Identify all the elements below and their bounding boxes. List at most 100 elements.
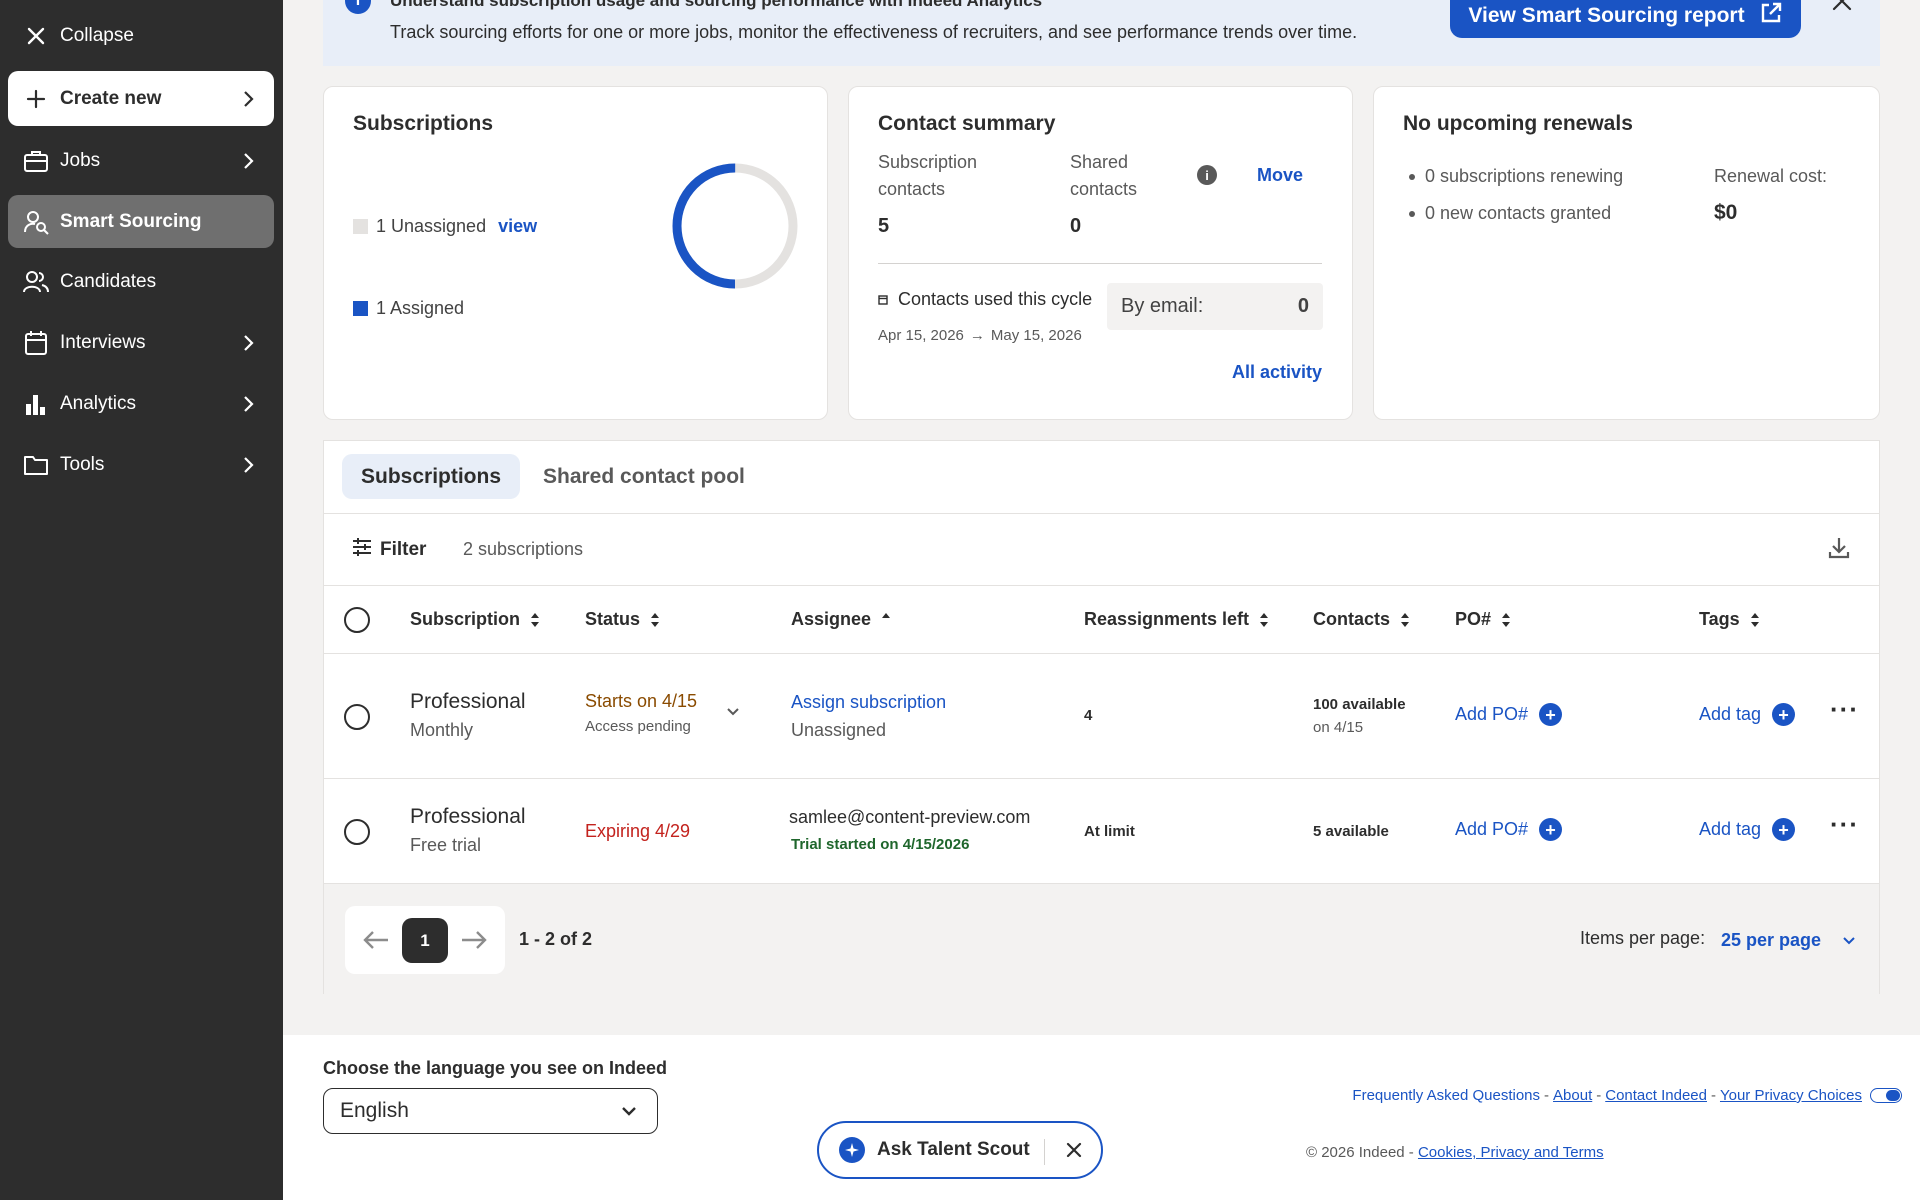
sidebar-item-label: Analytics (60, 392, 137, 414)
cycle-start: Apr 15, 2026 (878, 327, 964, 344)
renewal-bullet: 0 new contacts granted (1409, 203, 1611, 224)
info-icon: i (345, 0, 371, 14)
ask-talent-scout-button[interactable]: Ask Talent Scout (817, 1121, 1103, 1179)
add-po-button[interactable]: Add PO# + (1455, 703, 1563, 726)
column-header-assignee[interactable]: Assignee (791, 609, 891, 630)
add-tag-button[interactable]: Add tag + (1699, 703, 1796, 726)
briefcase-icon (22, 147, 50, 175)
chevron-right-icon (240, 395, 256, 412)
folder-icon (22, 451, 50, 479)
view-unassigned-link[interactable]: view (498, 216, 537, 237)
sidebar-item-tools[interactable]: Tools (8, 438, 274, 491)
copyright: © 2026 Indeed - Cookies, Privacy and Ter… (1306, 1144, 1604, 1161)
sort-icon (531, 612, 540, 627)
subscriptions-table-section: Subscriptions Shared contact pool Filter… (323, 440, 1880, 994)
table-row: Professional Monthly Starts on 4/15 Acce… (324, 654, 1879, 779)
about-link[interactable]: About (1553, 1087, 1592, 1104)
select-all-checkbox[interactable] (344, 607, 370, 633)
table-row: Professional Free trial Expiring 4/29 sa… (324, 779, 1879, 884)
footer-links: Frequently Asked Questions - About - Con… (1352, 1087, 1902, 1104)
status-subtext: Access pending (585, 718, 691, 735)
more-options-icon[interactable]: ··· (1830, 694, 1859, 725)
next-page-button[interactable] (460, 928, 488, 952)
report-button-label: View Smart Sourcing report (1468, 4, 1745, 27)
language-label: Choose the language you see on Indeed (323, 1058, 668, 1078)
language-select[interactable]: English (323, 1088, 658, 1134)
chevron-down-icon (727, 708, 739, 716)
column-header-po[interactable]: PO# (1455, 609, 1511, 630)
column-header-subscription[interactable]: Subscription (410, 609, 540, 630)
sort-icon (651, 612, 660, 627)
add-tag-button[interactable]: Add tag + (1699, 818, 1796, 841)
close-icon (1832, 0, 1852, 11)
all-activity-link[interactable]: All activity (1232, 362, 1322, 383)
close-talent-scout-button[interactable] (1063, 1139, 1087, 1163)
download-button[interactable] (1827, 536, 1853, 562)
cycle-end: May 15, 2026 (990, 327, 1082, 344)
banner-text: Track sourcing efforts for one or more j… (390, 22, 1358, 42)
more-options-icon[interactable]: ··· (1830, 809, 1859, 840)
tab-subscriptions[interactable]: Subscriptions (342, 454, 521, 499)
sidebar-item-label: Interviews (60, 331, 146, 353)
sidebar-item-interviews[interactable]: Interviews (8, 316, 274, 369)
privacy-choices-link[interactable]: Your Privacy Choices (1720, 1087, 1862, 1104)
tab-shared-contact-pool[interactable]: Shared contact pool (524, 454, 764, 499)
column-header-tags[interactable]: Tags (1699, 609, 1760, 630)
faq-link[interactable]: Frequently Asked Questions (1352, 1087, 1540, 1104)
view-smart-sourcing-report-button[interactable]: View Smart Sourcing report (1450, 0, 1801, 38)
person-search-icon (22, 208, 50, 236)
plus-circle-icon: + (1772, 703, 1796, 726)
pager: 1 (345, 906, 505, 974)
row-checkbox[interactable] (344, 704, 370, 730)
row-checkbox[interactable] (344, 819, 370, 845)
arrow-right-icon (462, 931, 487, 949)
previous-page-button[interactable] (362, 928, 390, 952)
sidebar-item-analytics[interactable]: Analytics (8, 377, 274, 430)
contact-indeed-link[interactable]: Contact Indeed (1605, 1087, 1707, 1104)
card-title: Subscriptions (353, 112, 494, 135)
shared-contacts-value: 0 (1070, 215, 1082, 237)
assign-subscription-link[interactable]: Assign subscription (791, 692, 946, 713)
chevron-down-icon (1843, 936, 1855, 944)
items-per-page-select[interactable]: 25 per page (1721, 930, 1855, 951)
legend-swatch (353, 301, 368, 316)
sidebar-item-smart-sourcing[interactable]: Smart Sourcing (8, 195, 274, 248)
chevron-down-icon (622, 1107, 636, 1116)
filter-label: Filter (380, 539, 427, 560)
add-po-button[interactable]: Add PO# + (1455, 818, 1563, 841)
cookies-privacy-terms-link[interactable]: Cookies, Privacy and Terms (1418, 1144, 1604, 1161)
tab-bar: Subscriptions Shared contact pool (324, 441, 1879, 514)
contacts-available: 5 available (1313, 823, 1389, 840)
legend-assigned: 1 Assigned (353, 298, 464, 319)
sparkle-icon (839, 1137, 865, 1163)
shared-contacts-label: Shared contacts (1070, 152, 1138, 199)
create-new-button[interactable]: Create new (8, 71, 274, 126)
status-expand-button[interactable] (726, 704, 740, 722)
by-email-box: By email: 0 (1107, 283, 1323, 330)
filter-button[interactable]: Filter (352, 537, 426, 563)
sort-icon (1502, 612, 1511, 627)
column-header-contacts[interactable]: Contacts (1313, 609, 1410, 630)
column-header-reassignments[interactable]: Reassignments left (1084, 609, 1269, 630)
unassigned-count: 1 Unassigned (376, 216, 487, 236)
legend-swatch (353, 219, 368, 234)
page-number-button[interactable]: 1 (402, 918, 448, 963)
calendar-icon (22, 329, 50, 357)
close-banner-button[interactable] (1831, 0, 1857, 16)
column-header-status[interactable]: Status (585, 609, 660, 630)
plan-name: Professional (410, 805, 526, 828)
people-icon (22, 268, 50, 296)
info-icon[interactable]: i (1197, 165, 1217, 185)
sort-icon (1750, 612, 1759, 627)
bar-chart-icon (22, 390, 50, 418)
by-email-label: By email: (1121, 295, 1204, 317)
reassignments-left: At limit (1084, 823, 1135, 840)
plan-name: Professional (410, 690, 526, 713)
contacts-date: on 4/15 (1313, 719, 1364, 736)
status-text: Starts on 4/15 (585, 691, 698, 711)
sidebar-item-jobs[interactable]: Jobs (8, 134, 274, 187)
collapse-button[interactable]: Collapse (8, 11, 274, 61)
move-link[interactable]: Move (1257, 165, 1303, 186)
sidebar-item-candidates[interactable]: Candidates (8, 255, 274, 308)
talent-scout-label: Ask Talent Scout (877, 1139, 1030, 1160)
